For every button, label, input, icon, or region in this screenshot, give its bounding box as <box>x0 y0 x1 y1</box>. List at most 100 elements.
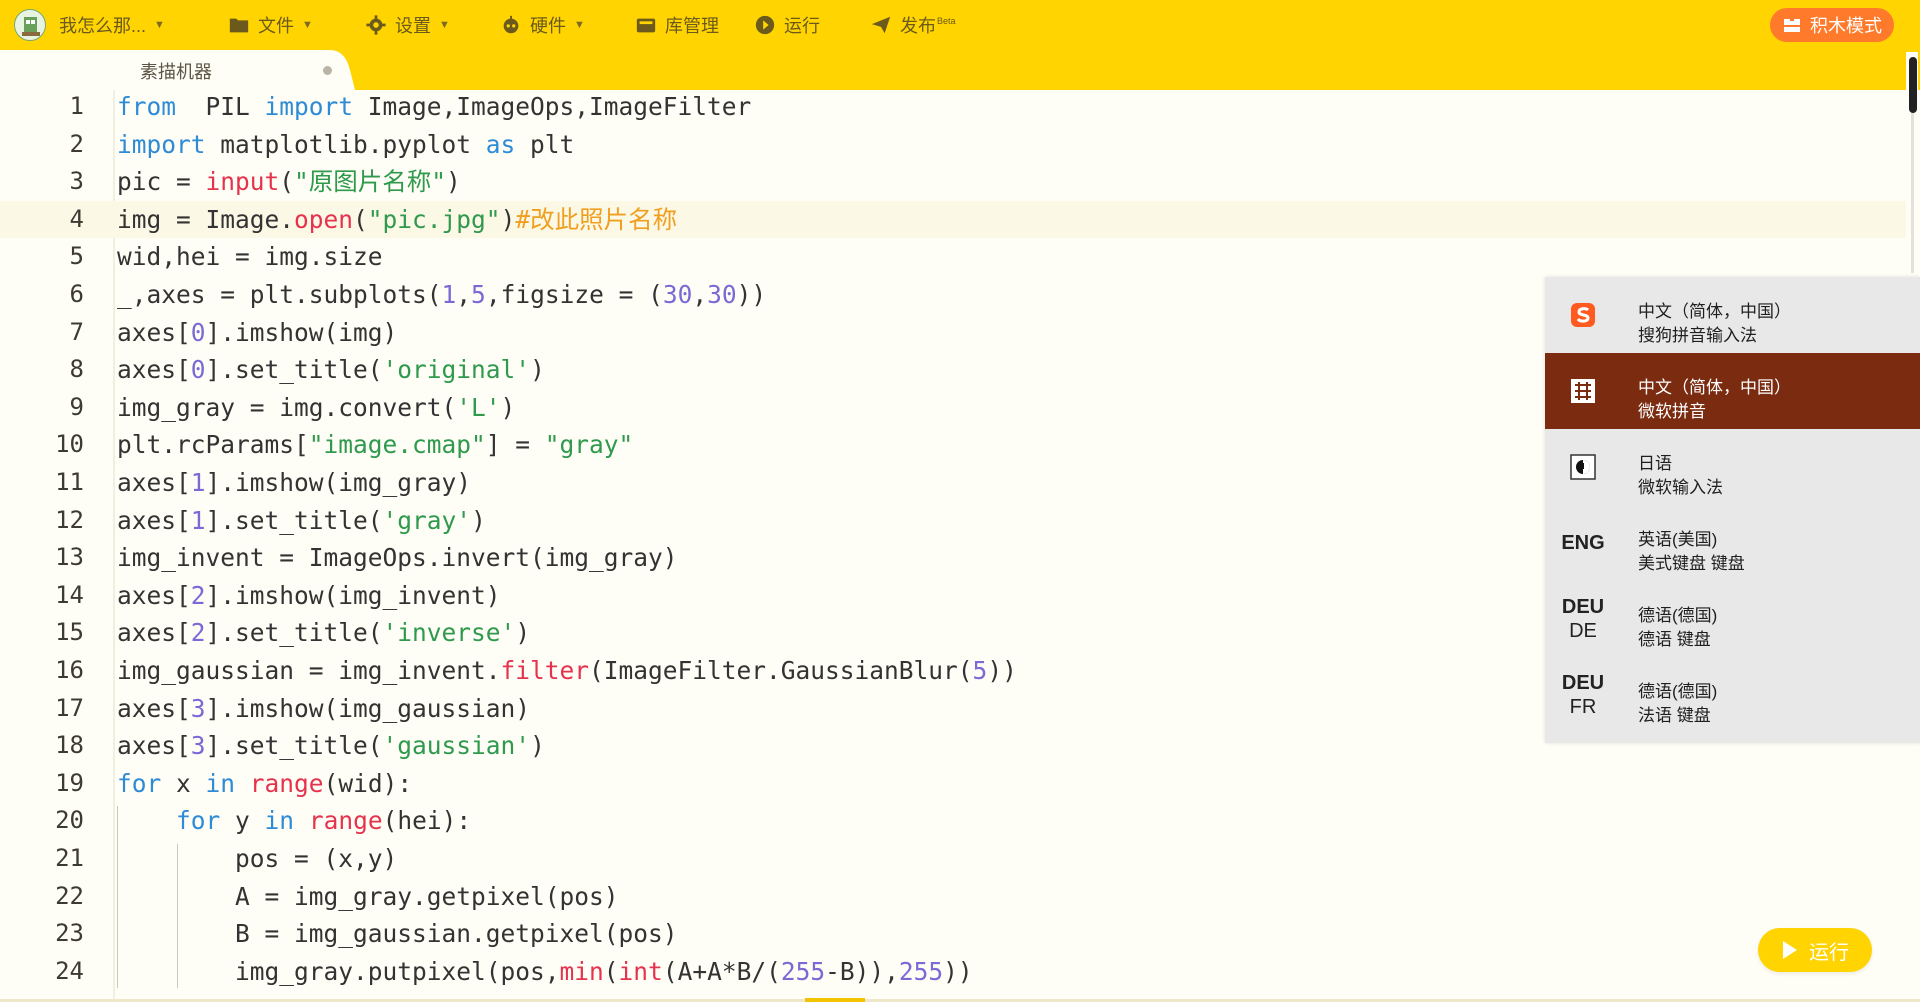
unsaved-dot-icon[interactable] <box>323 66 332 75</box>
code-token: input <box>205 167 280 197</box>
status-indicator <box>805 998 865 1002</box>
pinyin-icon <box>1545 353 1621 429</box>
line-number: 4 <box>69 204 84 233</box>
code-token: 'L' <box>456 392 501 422</box>
code-line[interactable]: 24 img_gray.putpixel(pos,min(int(A+A*B/(… <box>0 953 1912 991</box>
code-token: ) <box>530 731 545 761</box>
code-token: PIL <box>176 92 265 121</box>
code-text: for y in range(hei): <box>117 802 471 840</box>
code-line[interactable]: 19 for x in range(wid): <box>0 765 1912 803</box>
code-token: axes[ <box>117 693 191 723</box>
layout-code: FR <box>1569 696 1597 718</box>
code-token: ].imshow(img_invent) <box>205 580 501 610</box>
menu-run[interactable]: 运行 <box>754 0 820 50</box>
code-token: as <box>485 129 516 159</box>
line-number: 8 <box>69 355 84 384</box>
code-token: ].set_title( <box>205 618 383 648</box>
code-token: 2 <box>190 580 206 610</box>
chevron-down-icon: ▼ <box>154 19 165 31</box>
code-line[interactable]: 1 from PIL import Image,ImageOps,ImageFil… <box>0 88 1912 126</box>
menu-settings[interactable]: 设置 ▼ <box>365 0 450 50</box>
code-text: from PIL import Image,ImageOps,ImageFilt… <box>117 88 751 126</box>
code-token: )) <box>943 956 973 986</box>
code-text: axes[1].imshow(img_gray) <box>117 464 471 502</box>
code-line[interactable]: 3 pic = input("原图片名称") <box>0 163 1912 201</box>
line-number: 19 <box>55 768 84 797</box>
code-token: axes[ <box>117 468 191 497</box>
code-line[interactable]: 4 img = Image.open("pic.jpg")#改此照片名称 <box>0 200 1912 239</box>
run-button[interactable]: 运行 <box>1758 928 1872 972</box>
code-token: ) <box>515 618 531 648</box>
code-text: img = Image.open("pic.jpg")#改此照片名称 <box>117 201 677 239</box>
menu-library[interactable]: 库管理 <box>635 0 719 50</box>
code-token: 3 <box>190 693 206 723</box>
ime-option[interactable]: DEU DE 德语(德国) 德语 键盘 <box>1545 581 1920 657</box>
code-line[interactable]: 5 wid,hei = img.size <box>0 238 1912 276</box>
ime-option[interactable]: DEU FR 德语(德国) 法语 键盘 <box>1545 657 1920 733</box>
code-token: "image.cmap" <box>308 430 486 460</box>
code-token: 1 <box>441 280 457 309</box>
code-token: axes[ <box>117 731 191 761</box>
line-number: 6 <box>69 280 84 308</box>
ime-language: 中文（简体，中国） <box>1638 302 1791 321</box>
line-number: 21 <box>55 844 84 872</box>
code-token: B = img_gaussian.getpixel(pos) <box>117 919 678 949</box>
indent-guide <box>117 806 118 989</box>
user-avatar-icon <box>22 17 40 36</box>
line-number: 12 <box>55 505 84 534</box>
code-line[interactable]: 20 for y in range(hei): <box>0 802 1912 840</box>
top-menu-bar: 我怎么那... ▼ 文件 ▼ 设置 ▼ 硬件 ▼ 库管理 运行 发布 Beta … <box>0 0 1920 50</box>
line-number: 5 <box>69 242 84 271</box>
code-token: )) <box>987 656 1017 685</box>
line-number: 11 <box>55 468 84 496</box>
line-number: 17 <box>55 693 84 722</box>
code-token: 'gaussian' <box>382 731 531 761</box>
code-token: ) <box>446 167 461 197</box>
file-tab[interactable]: 素描机器 <box>140 58 212 84</box>
line-number: 7 <box>69 317 84 346</box>
user-menu[interactable]: 我怎么那... ▼ <box>59 0 165 50</box>
ime-method: 德语 键盘 <box>1638 630 1711 649</box>
line-number: 14 <box>55 580 84 609</box>
code-token: 1 <box>190 505 206 535</box>
ime-option[interactable]: 中文（简体，中国） 搜狗拼音输入法 <box>1545 277 1920 353</box>
code-line[interactable]: 2 import matplotlib.pyplot as plt <box>0 126 1912 164</box>
line-number: 1 <box>69 92 84 120</box>
send-icon <box>871 16 891 34</box>
ime-option[interactable]: 中文（简体，中国） 微软拼音 <box>1545 353 1920 429</box>
code-token: wid,hei = img.size <box>117 242 383 272</box>
code-token: 1 <box>190 468 206 497</box>
code-text: axes[0].set_title('original') <box>117 351 545 389</box>
code-token: 'original' <box>382 355 531 385</box>
code-line[interactable]: 21 pos = (x,y) <box>0 840 1912 878</box>
line-number: 18 <box>55 731 84 760</box>
scrollbar-thumb[interactable] <box>1909 57 1917 113</box>
ime-option[interactable]: ENG 英语(美国) 美式键盘 键盘 <box>1545 505 1920 581</box>
beta-badge: Beta <box>937 16 956 26</box>
code-token: , <box>692 280 708 309</box>
ime-language: 英语(美国) <box>1638 530 1718 549</box>
code-line[interactable]: 23 B = img_gaussian.getpixel(pos) <box>0 915 1912 953</box>
code-token: A = img_gray.getpixel(pos) <box>117 881 619 911</box>
code-token: img_gray = img.convert( <box>117 392 457 422</box>
code-line[interactable]: 22 A = img_gray.getpixel(pos) <box>0 878 1912 916</box>
code-token: axes[ <box>117 505 191 535</box>
ime-option[interactable]: 日语 微软输入法 <box>1545 429 1920 505</box>
code-token: axes[ <box>117 618 191 648</box>
code-token: ] = <box>485 430 545 460</box>
line-number: 20 <box>55 806 84 835</box>
code-token: 255 <box>898 956 944 986</box>
code-token: 'gray' <box>382 505 472 535</box>
code-token: ( <box>603 956 619 986</box>
menu-publish[interactable]: 发布 Beta <box>870 0 956 50</box>
blocks-mode-button[interactable]: 积木模式 <box>1770 8 1894 42</box>
code-token: range <box>294 806 383 836</box>
line-number: 22 <box>55 881 84 910</box>
code-token: 5 <box>471 280 486 309</box>
menu-hardware[interactable]: 硬件 ▼ <box>500 0 585 50</box>
code-token: ,figsize = ( <box>485 280 663 309</box>
user-avatar[interactable] <box>14 9 46 41</box>
ime-method: 微软输入法 <box>1638 478 1723 497</box>
menu-file[interactable]: 文件 ▼ <box>228 0 313 50</box>
line-number: 13 <box>55 543 84 572</box>
